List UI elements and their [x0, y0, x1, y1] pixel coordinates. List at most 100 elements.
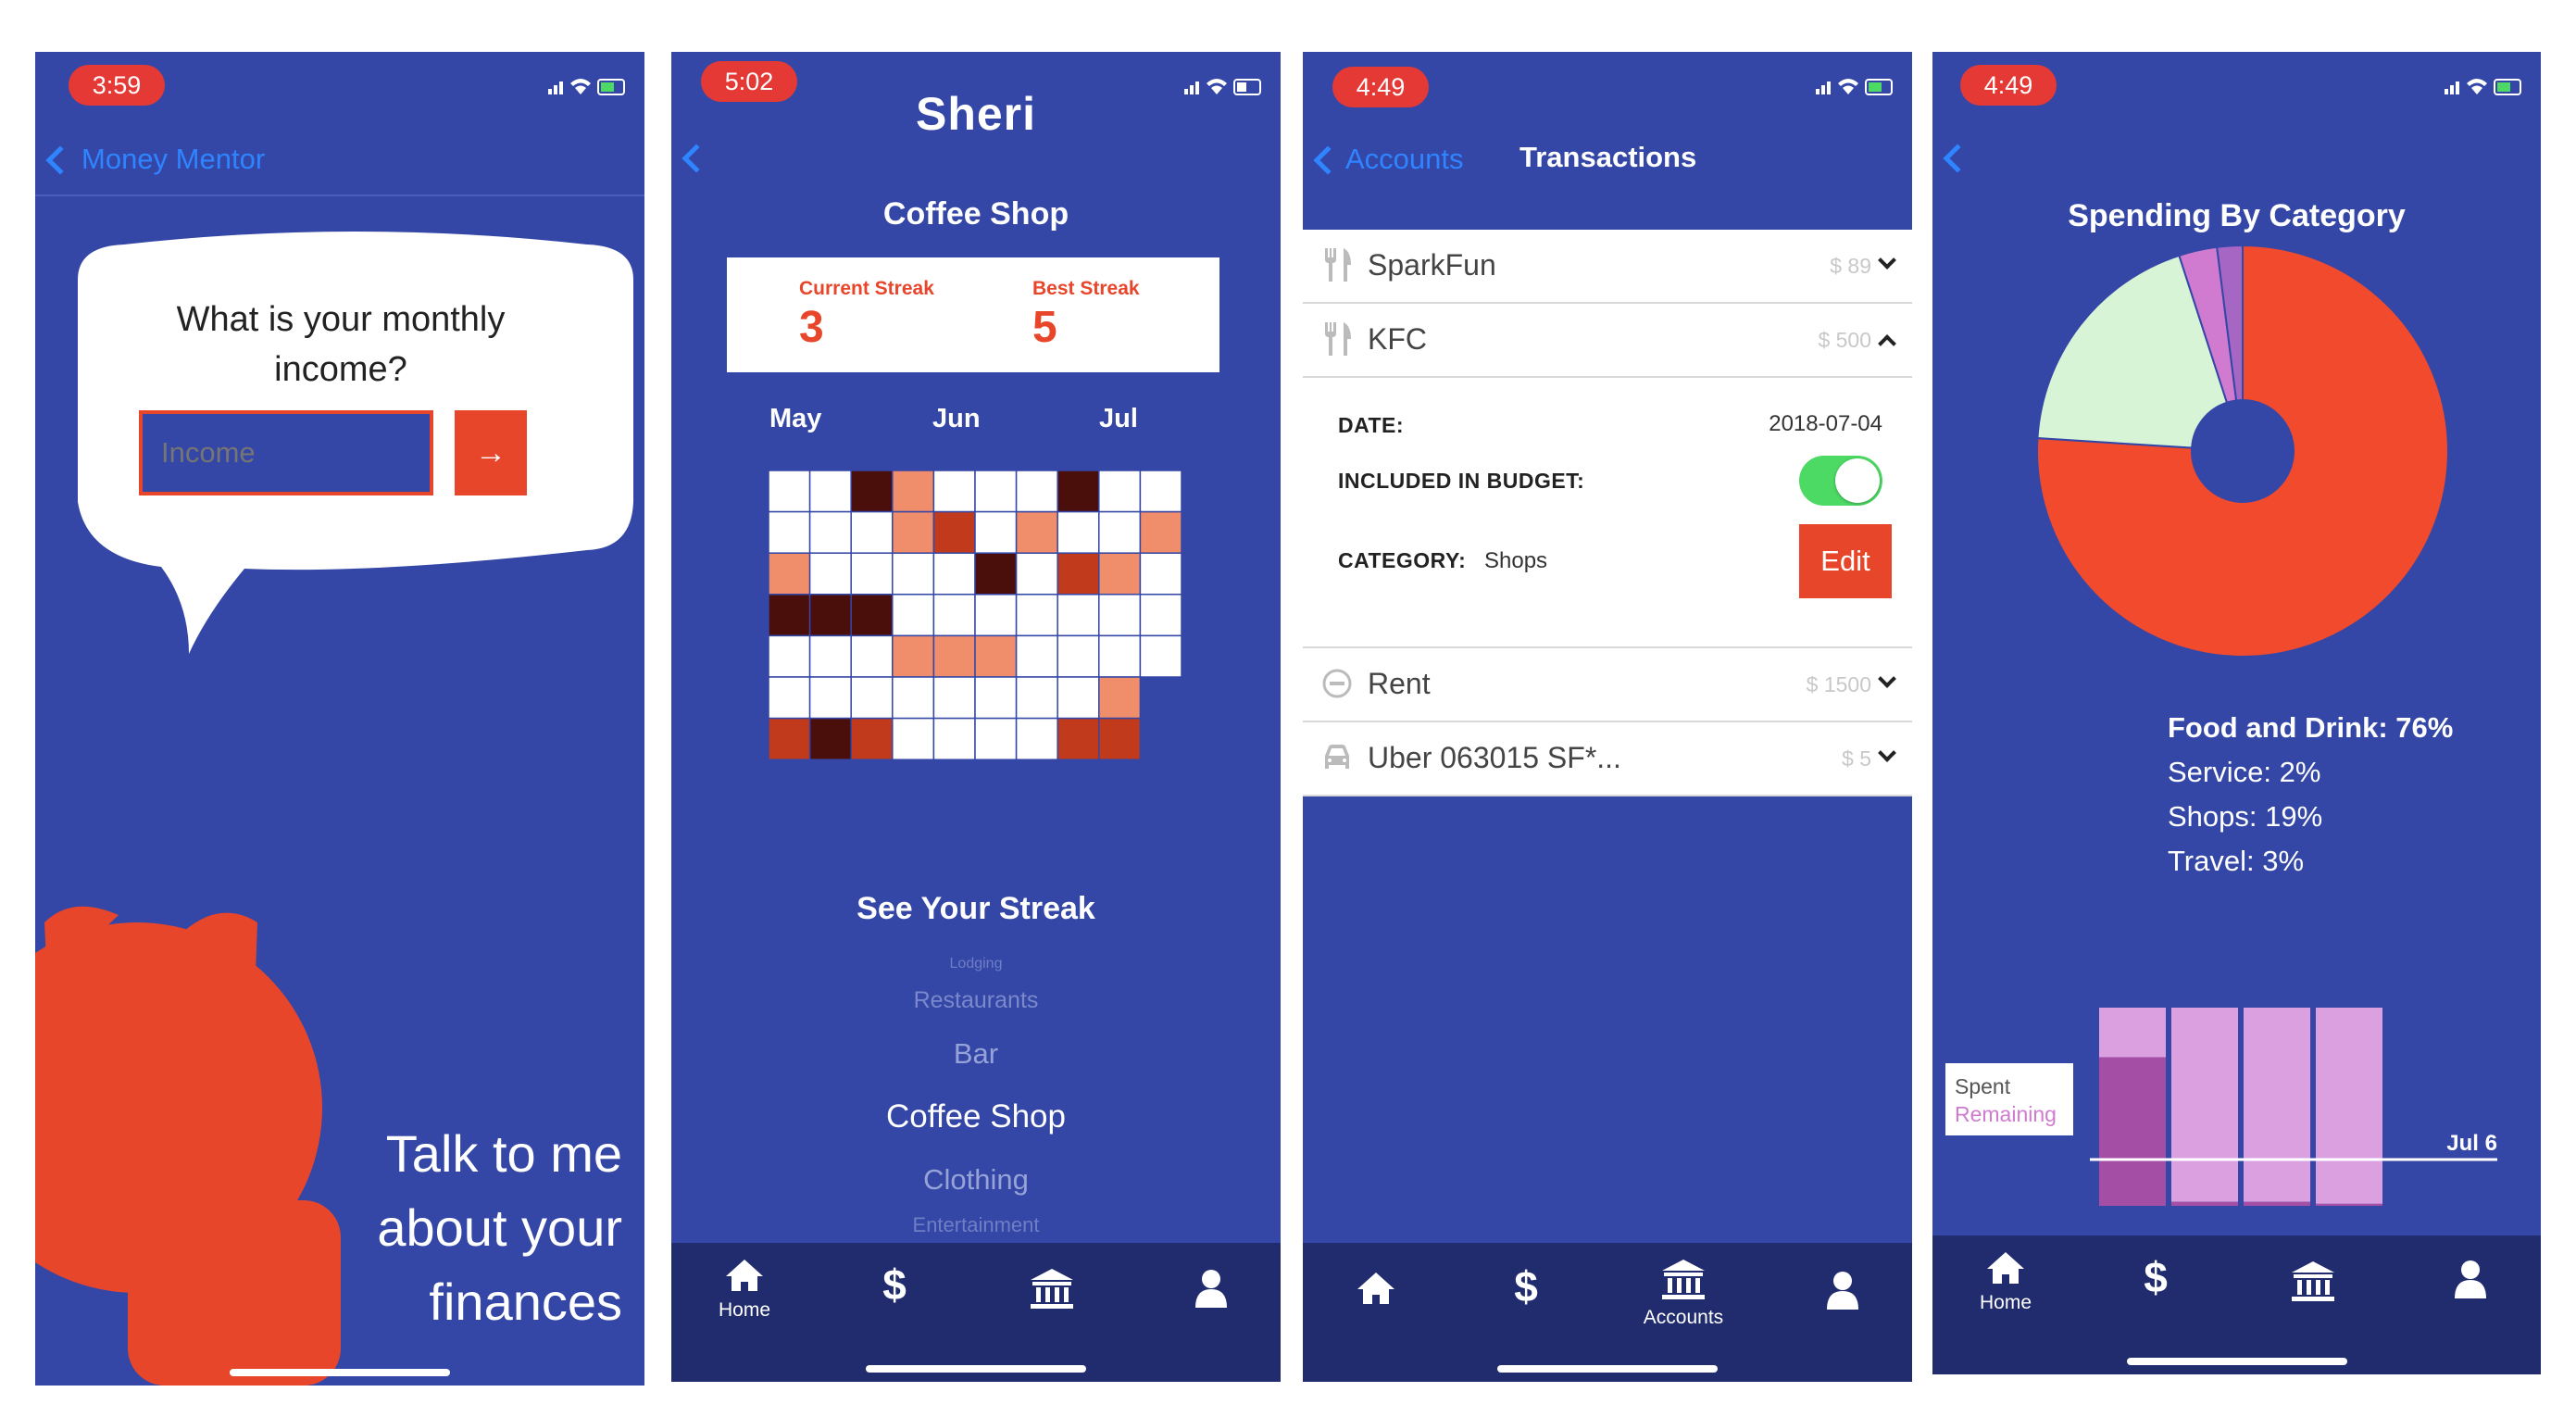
stat-service: Service: 2%: [2168, 756, 2321, 788]
streak-heatmap: [769, 470, 1182, 760]
heatmap-cell: [769, 717, 811, 760]
tab-dollar[interactable]: $: [2105, 1252, 2207, 1302]
picker-option[interactable]: Lodging: [671, 956, 1281, 972]
bank-icon: [1031, 1269, 1073, 1309]
picker-option[interactable]: Entertainment: [671, 1213, 1281, 1235]
edit-category-button[interactable]: Edit: [1799, 524, 1892, 598]
budget-toggle[interactable]: [1799, 456, 1882, 506]
heatmap-cell: [808, 552, 852, 596]
heatmap-cell: [850, 717, 894, 760]
tab-accounts-label: Accounts: [1643, 1307, 1724, 1328]
heatmap-cell: [892, 552, 935, 596]
tab-profile[interactable]: [1792, 1271, 1894, 1314]
current-streak-label: Current Streak: [799, 278, 934, 299]
transaction-row[interactable]: Rent $ 1500: [1303, 648, 1912, 722]
status-time: 4:49: [1332, 67, 1429, 107]
toggle-knob: [1835, 458, 1880, 503]
transaction-name: Uber 063015 SF*...: [1368, 741, 1621, 774]
heatmap-cell: [1057, 510, 1100, 554]
tab-dollar[interactable]: $: [844, 1260, 945, 1310]
stat-travel: Travel: 3%: [2168, 845, 2305, 877]
heatmap-cell: [1057, 552, 1100, 596]
transaction-row-expanded[interactable]: KFC $ 500: [1303, 304, 1912, 378]
legend-remaining: Remaining: [1955, 1102, 2057, 1126]
transaction-amount: $ 500: [1818, 328, 1871, 352]
tab-dollar[interactable]: $: [1475, 1261, 1577, 1311]
screen-income-chat: 3:59 Money Mentor What is your monthly i…: [35, 52, 644, 1386]
bar-remaining: [2244, 1008, 2310, 1202]
heatmap-cell: [769, 470, 811, 513]
heatmap-cell: [808, 717, 852, 760]
category-title: Coffee Shop: [882, 196, 1069, 232]
heatmap-cell: [1139, 510, 1182, 554]
transaction-amount: $ 5: [1842, 746, 1871, 771]
chevron-down-icon[interactable]: [1878, 251, 1896, 270]
back-chevron-icon[interactable]: [682, 144, 711, 173]
income-question: What is your monthly income?: [176, 300, 506, 389]
dollar-icon: $: [2144, 1253, 2168, 1301]
tab-profile[interactable]: [1160, 1269, 1262, 1312]
tab-profile[interactable]: [2420, 1260, 2521, 1303]
picker-option[interactable]: Clothing: [671, 1163, 1281, 1197]
transaction-amount: $ 1500: [1806, 672, 1871, 696]
heatmap-cell: [1015, 717, 1058, 760]
tab-accounts[interactable]: Accounts: [1632, 1258, 1734, 1329]
picker-option-selected[interactable]: Coffee Shop: [671, 1098, 1281, 1135]
heatmap-cell: [892, 717, 935, 760]
back-link-accounts[interactable]: Accounts: [1345, 143, 1464, 176]
tab-accounts[interactable]: [1001, 1267, 1103, 1314]
tab-bar: Home $: [1932, 1235, 2541, 1374]
heatmap-cell: [1098, 552, 1142, 596]
transaction-row[interactable]: Uber 063015 SF*... $ 5: [1303, 722, 1912, 796]
heatmap-cell: [974, 552, 1018, 596]
heatmap-cell: [974, 717, 1018, 760]
tab-home-label: Home: [718, 1299, 771, 1321]
heatmap-cell: [850, 634, 894, 678]
transaction-name: SparkFun: [1368, 248, 1496, 282]
heatmap-cell: [932, 510, 976, 554]
fork-knife-icon: [1325, 322, 1351, 356]
chevron-down-icon[interactable]: [1878, 670, 1896, 688]
bank-icon: [1662, 1260, 1705, 1299]
fork-knife-icon: [1325, 248, 1351, 282]
chevron-up-icon[interactable]: [1878, 334, 1896, 353]
heatmap-cell: [932, 552, 976, 596]
chevron-down-icon[interactable]: [1878, 744, 1896, 762]
heatmap-cell: [1098, 470, 1142, 513]
picker-option[interactable]: Bar: [671, 1037, 1281, 1071]
heatmap-cell: [932, 717, 976, 760]
screen-spending: 4:49 Spending By Category Food and Drink…: [1932, 52, 2541, 1374]
dollar-icon: $: [882, 1260, 907, 1309]
alarm-clock-mascot-icon: [35, 906, 341, 1386]
heatmap-cell: [974, 470, 1018, 513]
tab-home[interactable]: [1325, 1271, 1427, 1310]
page-title: Transactions: [1519, 141, 1697, 173]
heatmap-cell: [769, 594, 811, 637]
heatmap-cell: [850, 470, 894, 513]
budget-label: INCLUDED IN BUDGET:: [1338, 469, 1585, 493]
submit-arrow-button[interactable]: →: [455, 410, 527, 495]
tagline-line-3: finances: [429, 1273, 622, 1331]
home-indicator: [230, 1369, 450, 1376]
tab-home[interactable]: Home: [694, 1258, 795, 1322]
heatmap-cell: [808, 470, 852, 513]
back-chevron-icon[interactable]: [45, 145, 75, 175]
back-chevron-icon[interactable]: [1943, 144, 1972, 173]
heatmap-cell: [1057, 676, 1100, 720]
back-link[interactable]: Money Mentor: [81, 143, 265, 176]
tab-accounts[interactable]: [2262, 1260, 2364, 1307]
status-icons: [2445, 79, 2521, 95]
income-input[interactable]: [139, 410, 433, 495]
transaction-row[interactable]: SparkFun $ 89: [1303, 230, 1912, 304]
status-icons: [1816, 79, 1893, 95]
picker-heading: See Your Streak: [857, 891, 1095, 926]
home-indicator: [866, 1365, 1086, 1373]
tab-home[interactable]: Home: [1955, 1250, 2057, 1314]
screen-streak: 5:02 Sheri Coffee Shop Current Streak 3 …: [671, 52, 1281, 1382]
screen-transactions: 4:49 Accounts Transactions SparkFun $ 89…: [1303, 52, 1912, 1382]
picker-option[interactable]: Restaurants: [671, 987, 1281, 1014]
status-icons: [548, 79, 625, 95]
back-chevron-icon[interactable]: [1313, 145, 1343, 175]
transaction-name: Rent: [1368, 667, 1431, 700]
heatmap-cell: [1098, 594, 1142, 637]
